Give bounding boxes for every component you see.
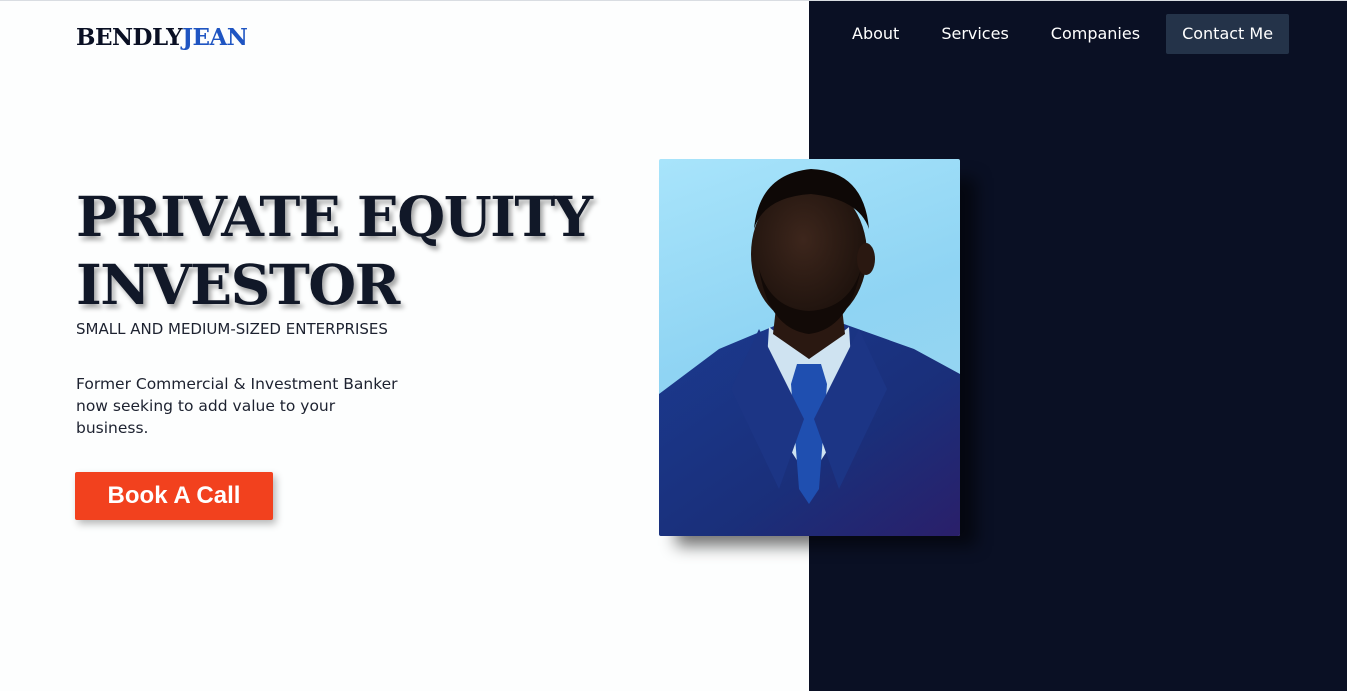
contact-me-button[interactable]: Contact Me (1166, 14, 1290, 54)
book-a-call-button[interactable]: Book A Call (75, 472, 273, 520)
logo-last-name: JEAN (182, 24, 248, 51)
nav-services[interactable]: Services (925, 14, 1024, 54)
logo-first-name: BENDLY (76, 24, 183, 51)
intro-line-3: business. (76, 419, 149, 437)
hero-intro: Former Commercial & Investment Banker no… (76, 373, 406, 439)
nav-about[interactable]: About (836, 14, 915, 54)
nav-companies[interactable]: Companies (1035, 14, 1156, 54)
hero-subheading: SMALL AND MEDIUM-SIZED ENTERPRISES (76, 320, 388, 338)
main-nav: About Services Companies Contact Me (836, 14, 1290, 54)
headline-line-1: PRIVATE EQUITY (76, 184, 593, 249)
headline-line-2: INVESTOR (76, 252, 400, 317)
hero-headline: PRIVATE EQUITY INVESTOR (76, 183, 593, 319)
portrait-photo (659, 159, 960, 536)
intro-line-2: now seeking to add value to your (76, 397, 336, 415)
intro-line-1: Former Commercial & Investment Banker (76, 375, 398, 393)
site-logo[interactable]: BENDLYJEAN (76, 24, 248, 52)
portrait-illustration (659, 169, 960, 536)
